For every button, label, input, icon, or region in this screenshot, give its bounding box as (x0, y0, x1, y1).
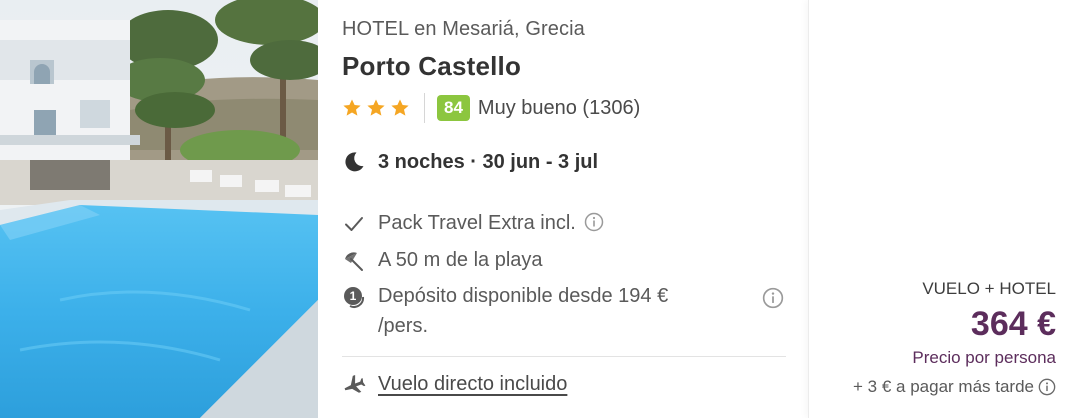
feature-pack-travel: Pack Travel Extra incl. (342, 211, 604, 238)
price-panel[interactable]: VUELO + HOTEL 364 € Precio por persona +… (808, 0, 1074, 418)
plane-icon (344, 375, 366, 393)
extra-fee: + 3 € a pagar más tarde (853, 377, 1056, 397)
info-icon[interactable] (584, 212, 604, 232)
hotel-photo[interactable] (0, 0, 318, 418)
hotel-name[interactable]: Porto Castello (342, 51, 521, 82)
star-icon (391, 99, 409, 116)
rating-divider (424, 93, 425, 123)
direct-flight-link[interactable]: Vuelo directo incluido (378, 373, 567, 396)
extra-fee-text: + 3 € a pagar más tarde (853, 377, 1034, 396)
deposit-info-icon[interactable] (762, 287, 784, 309)
hotel-stars (342, 98, 410, 118)
feature-text: Pack Travel Extra incl. (378, 212, 576, 234)
star-icon (343, 99, 361, 116)
hotel-info: HOTEL en Mesariá, Grecia Porto Castello … (318, 0, 808, 418)
moon-icon (345, 152, 364, 172)
feature-beach-distance: A 50 m de la playa (342, 248, 543, 275)
score-label[interactable]: Muy bueno (1306) (478, 97, 640, 120)
feature-deposit: 1 Depósito disponible desde 194 € /pers. (342, 284, 792, 341)
feature-text: Depósito disponible desde 194 € /pers. (378, 285, 669, 337)
star-icon (367, 99, 385, 116)
check-icon (345, 217, 363, 231)
hotel-result-card[interactable]: HOTEL en Mesariá, Grecia Porto Castello … (0, 0, 1074, 418)
hotel-photo-image (0, 0, 318, 418)
price-per-person-label: Precio por persona (912, 348, 1056, 367)
price-amount: 364 € (970, 305, 1056, 343)
deposit-icon: 1 (344, 287, 365, 308)
beach-umbrella-icon (345, 252, 363, 271)
flight-row: Vuelo directo incluido (342, 372, 567, 396)
info-icon[interactable] (1038, 378, 1056, 396)
rating-row: 84 Muy bueno (1306) (342, 92, 640, 124)
stay-row: 3 noches · 30 jun - 3 jul (342, 150, 598, 174)
feature-text: A 50 m de la playa (378, 249, 543, 271)
divider (342, 356, 786, 357)
hotel-type-location: HOTEL en Mesariá, Grecia (342, 18, 585, 40)
package-type-label: VUELO + HOTEL (922, 279, 1056, 298)
stay-dates: 3 noches · 30 jun - 3 jul (378, 150, 599, 173)
svg-text:1: 1 (350, 289, 357, 303)
score-badge: 84 (437, 95, 470, 121)
